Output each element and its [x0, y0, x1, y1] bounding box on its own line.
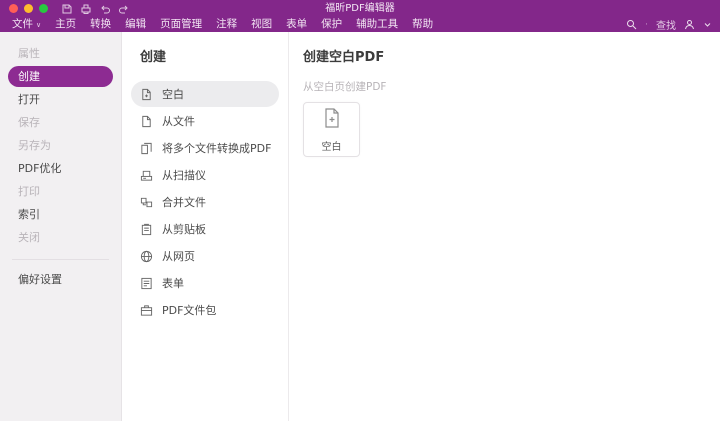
create-item-label: 空白	[162, 88, 184, 101]
chevron-down-icon[interactable]	[703, 20, 712, 29]
form-icon	[140, 277, 153, 290]
menu-item-comment[interactable]: 注释	[216, 17, 237, 32]
file-backstage-sidebar: 属性 创建 打开 保存 另存为 PDF优化 打印 索引 关闭 偏好设置	[0, 32, 122, 421]
menu-item-assist-tools[interactable]: 辅助工具	[356, 17, 398, 32]
user-icon[interactable]	[684, 19, 695, 30]
blank-card-label: 空白	[321, 141, 342, 153]
sidebar-item-save-as: 另存为	[18, 139, 51, 152]
create-options-panel: 创建 空白 从文件 将多个文件转换成PDF 从扫描仪 合并文件 从剪贴板 从网页…	[122, 32, 289, 421]
sidebar-item-create[interactable]: 创建	[8, 66, 113, 87]
combine-files-icon	[140, 196, 153, 209]
zoom-window-button[interactable]	[39, 4, 48, 13]
create-item-label: 从剪贴板	[162, 223, 206, 236]
traffic-lights	[9, 4, 48, 13]
titlebar: 福昕PDF编辑器	[0, 0, 720, 17]
menu-item-file[interactable]: 文件 ∨	[12, 17, 41, 33]
menu-item-form[interactable]: 表单	[286, 17, 307, 32]
create-panel-title: 创建	[140, 50, 167, 65]
create-item-pdf-portfolio[interactable]: PDF文件包	[131, 297, 279, 323]
create-item-blank[interactable]: 空白	[131, 81, 279, 107]
search-expand-icon[interactable]	[626, 19, 637, 30]
find-button[interactable]: 查找	[656, 17, 676, 32]
multi-doc-icon	[140, 142, 153, 155]
clipboard-icon	[140, 223, 153, 236]
doc-icon	[140, 115, 153, 128]
create-item-label: 从文件	[162, 115, 195, 128]
chevron-down-icon: ∨	[36, 20, 42, 29]
print-icon[interactable]	[81, 4, 91, 14]
sidebar-item-close: 关闭	[18, 231, 40, 244]
minimize-window-button[interactable]	[24, 4, 33, 13]
sidebar-item-print: 打印	[18, 185, 40, 198]
blank-pdf-card[interactable]: 空白	[303, 102, 360, 157]
create-item-convert-multiple[interactable]: 将多个文件转换成PDF	[131, 135, 279, 161]
menu-item-convert[interactable]: 转换	[90, 17, 111, 32]
create-item-from-scanner[interactable]: 从扫描仪	[131, 162, 279, 188]
menu-item-page-management[interactable]: 页面管理	[160, 17, 202, 32]
create-item-label: 表单	[162, 277, 184, 290]
menubar: 文件 ∨ 主页 转换 编辑 页面管理 注释 视图 表单 保护 辅助工具 帮助 · …	[0, 17, 720, 32]
create-item-label: 从扫描仪	[162, 169, 206, 182]
quick-access-toolbar	[62, 4, 129, 14]
menu-item-help[interactable]: 帮助	[412, 17, 433, 32]
doc-plus-icon	[321, 107, 343, 133]
create-item-from-clipboard[interactable]: 从剪贴板	[131, 216, 279, 242]
create-blank-pdf-panel: 创建空白PDF 从空白页创建PDF 空白	[289, 32, 720, 421]
create-item-label: PDF文件包	[162, 304, 217, 317]
scanner-icon	[140, 169, 153, 182]
detail-panel-title: 创建空白PDF	[303, 50, 385, 65]
sidebar-item-index[interactable]: 索引	[0, 203, 121, 226]
create-item-label: 合并文件	[162, 196, 206, 209]
undo-icon[interactable]	[100, 4, 110, 14]
save-icon[interactable]	[62, 4, 72, 14]
menubar-separator: ·	[645, 19, 648, 30]
app-window: 福昕PDF编辑器 文件 ∨ 主页 转换 编辑 页面管理 注释 视图 表单 保护 辅…	[0, 0, 720, 421]
menubar-right: · 查找	[626, 17, 712, 32]
create-item-form[interactable]: 表单	[131, 270, 279, 296]
detail-panel-subtitle: 从空白页创建PDF	[303, 81, 387, 93]
create-options-list: 空白 从文件 将多个文件转换成PDF 从扫描仪 合并文件 从剪贴板 从网页 表单…	[122, 81, 288, 323]
menu-item-view[interactable]: 视图	[251, 17, 272, 32]
sidebar-item-save: 保存	[18, 116, 40, 129]
menu-items: 文件 ∨ 主页 转换 编辑 页面管理 注释 视图 表单 保护 辅助工具 帮助	[12, 17, 433, 33]
globe-icon	[140, 250, 153, 263]
create-item-label: 将多个文件转换成PDF	[162, 142, 272, 155]
redo-icon[interactable]	[119, 4, 129, 14]
create-item-from-file[interactable]: 从文件	[131, 108, 279, 134]
close-window-button[interactable]	[9, 4, 18, 13]
doc-plus-icon	[140, 88, 153, 101]
sidebar-item-open[interactable]: 打开	[0, 88, 121, 111]
package-icon	[140, 304, 153, 317]
sidebar-item-pdf-optimize[interactable]: PDF优化	[0, 157, 121, 180]
menu-item-protect[interactable]: 保护	[321, 17, 342, 32]
main-content: 属性 创建 打开 保存 另存为 PDF优化 打印 索引 关闭 偏好设置 创建 空…	[0, 32, 720, 421]
menu-item-edit[interactable]: 编辑	[125, 17, 146, 32]
menu-item-home[interactable]: 主页	[55, 17, 76, 32]
sidebar-item-preferences[interactable]: 偏好设置	[0, 268, 121, 291]
create-item-label: 从网页	[162, 250, 195, 263]
create-item-from-web[interactable]: 从网页	[131, 243, 279, 269]
create-item-combine-files[interactable]: 合并文件	[131, 189, 279, 215]
sidebar-item-properties: 属性	[18, 47, 40, 60]
sidebar-divider	[12, 259, 109, 260]
